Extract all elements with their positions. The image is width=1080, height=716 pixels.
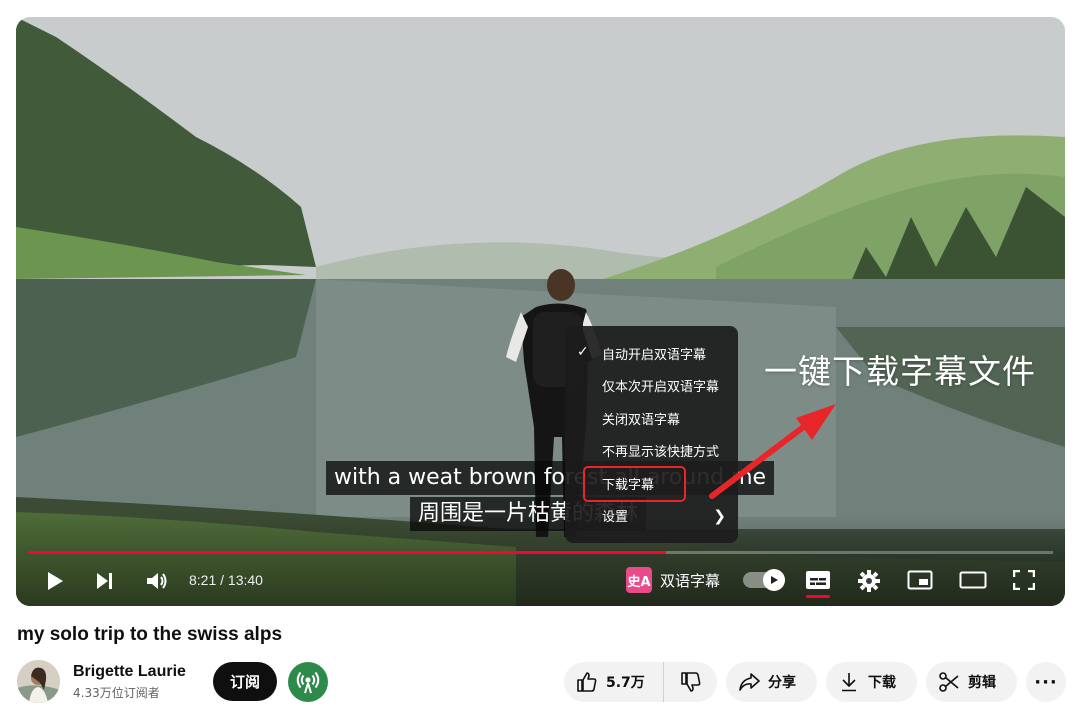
progress-played: [28, 551, 667, 554]
miniplayer-button[interactable]: [906, 568, 934, 592]
menu-item-auto-bilingual[interactable]: ✓ 自动开启双语字幕: [565, 337, 738, 370]
like-count: 5.7万: [606, 675, 645, 691]
bilingual-subtitle-label: 双语字幕: [660, 571, 721, 590]
autoplay-knob: [763, 569, 785, 591]
channel-name[interactable]: Brigette Laurie: [73, 662, 186, 682]
channel-avatar-image: [17, 660, 60, 703]
gear-icon: [858, 570, 880, 592]
subtitles-button[interactable]: [804, 568, 832, 592]
share-button[interactable]: 分享: [726, 662, 817, 702]
video-player[interactable]: with a weat brown forest all around me 周…: [16, 17, 1065, 606]
bilingual-subtitle-menu: ✓ 自动开启双语字幕 仅本次开启双语字幕 关闭双语字幕 不再显示该快捷方式 下载…: [565, 326, 738, 543]
scissors-icon: [939, 672, 959, 692]
download-button[interactable]: 下载: [826, 662, 917, 702]
menu-item-label: 自动开启双语字幕: [602, 347, 707, 363]
controls-overlay: [16, 516, 1065, 606]
theater-mode-button[interactable]: [958, 568, 988, 592]
fullscreen-icon: [1013, 570, 1035, 590]
checkmark-icon: ✓: [577, 344, 589, 360]
menu-item-label: 关闭双语字幕: [602, 412, 681, 428]
fullscreen-button[interactable]: [1011, 568, 1037, 592]
menu-item-label: 仅本次开启双语字幕: [602, 380, 720, 396]
time-display: 8:21 / 13:40: [189, 572, 263, 588]
download-highlight-box: [583, 466, 686, 502]
menu-item-settings[interactable]: 设置 ❯: [565, 500, 738, 533]
progress-bar[interactable]: [28, 551, 1053, 554]
miniplayer-icon: [907, 570, 933, 590]
clip-button[interactable]: 剪辑: [926, 662, 1017, 702]
bilingual-subtitle-button[interactable]: 史A 双语字幕: [626, 567, 720, 593]
menu-item-once-bilingual[interactable]: 仅本次开启双语字幕: [565, 370, 738, 403]
play-icon: [771, 576, 778, 584]
menu-item-hide-shortcut[interactable]: 不再显示该快捷方式: [565, 435, 738, 468]
download-icon: [842, 673, 856, 692]
menu-item-label: 不再显示该快捷方式: [602, 445, 720, 461]
theater-mode-icon: [959, 571, 987, 589]
play-icon: [48, 572, 63, 590]
settings-button[interactable]: [856, 568, 882, 594]
more-icon: ···: [1034, 671, 1058, 693]
share-icon: [739, 673, 760, 691]
subtitles-active-indicator: [806, 595, 830, 598]
more-actions-button[interactable]: ···: [1026, 662, 1066, 702]
thumbs-up-icon: [577, 672, 597, 692]
like-button[interactable]: 5.7万: [564, 662, 664, 702]
broadcast-icon: [296, 671, 320, 694]
dislike-button[interactable]: [664, 662, 717, 702]
volume-icon: [147, 573, 167, 589]
subscribe-button[interactable]: 订阅: [213, 662, 277, 701]
share-label: 分享: [768, 675, 796, 691]
menu-item-close-bilingual[interactable]: 关闭双语字幕: [565, 402, 738, 435]
volume-button[interactable]: [144, 568, 170, 594]
subscriber-count: 4.33万位订阅者: [73, 686, 160, 700]
skip-next-icon: [97, 573, 112, 589]
broadcast-button[interactable]: [288, 662, 328, 702]
like-dislike-group: 5.7万: [564, 662, 717, 702]
translate-icon: 史A: [626, 567, 652, 593]
menu-item-label: 设置: [602, 510, 629, 526]
thumbs-down-icon: [680, 672, 700, 692]
autoplay-toggle[interactable]: [743, 569, 785, 591]
download-label: 下载: [868, 675, 896, 691]
closed-captions-icon: [806, 571, 830, 589]
chevron-right-icon: ❯: [713, 506, 726, 525]
clip-label: 剪辑: [968, 675, 996, 691]
annotation-caption: 一键下载字幕文件: [764, 352, 1036, 391]
avatar[interactable]: [17, 660, 60, 703]
next-button[interactable]: [92, 568, 118, 594]
play-button[interactable]: [40, 568, 70, 594]
video-title: my solo trip to the swiss alps: [17, 624, 283, 645]
